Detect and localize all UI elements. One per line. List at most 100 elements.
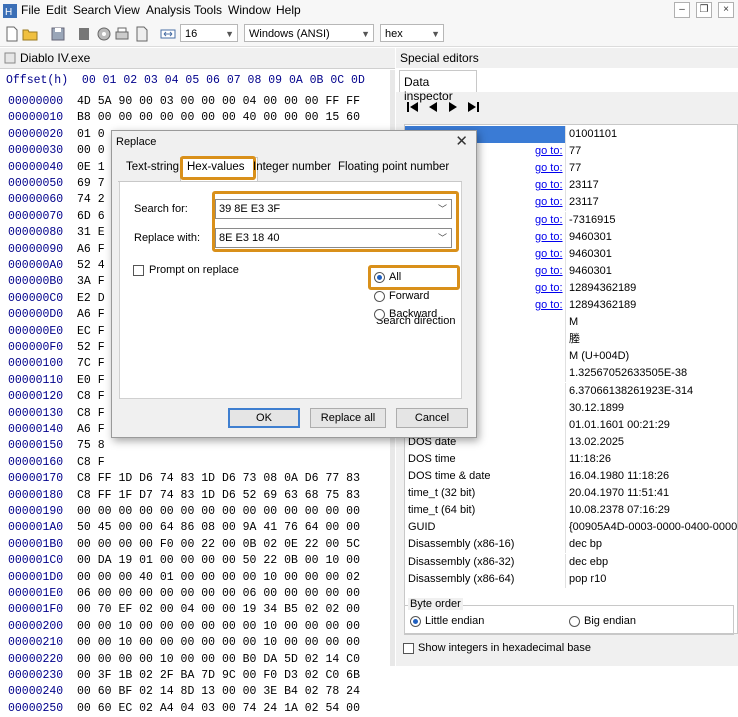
properties-icon[interactable] <box>76 26 92 42</box>
save-icon[interactable] <box>50 26 66 42</box>
hex-row-bytes[interactable]: 00 00 00 40 01 00 00 00 00 10 00 00 00 0… <box>77 571 360 584</box>
hex-row-bytes[interactable]: 69 7 <box>77 177 105 190</box>
hex-row-bytes[interactable]: 6D 6 <box>77 210 105 223</box>
hex-row[interactable]: 000001D0 00 00 00 40 01 00 00 00 00 10 0… <box>8 570 360 587</box>
little-endian-radio[interactable] <box>410 616 421 627</box>
hex-row[interactable]: 000000E0 EC F <box>8 324 105 341</box>
goto-link[interactable]: go to: <box>535 194 563 211</box>
goto-link[interactable]: go to: <box>535 280 563 297</box>
hex-row-bytes[interactable]: C8 FF 1D D6 74 83 1D D6 73 08 0A D6 77 8… <box>77 472 360 485</box>
hex-row[interactable]: 00000140 A6 F <box>8 422 105 439</box>
tab-integer-number[interactable]: Integer number <box>253 161 331 173</box>
inspector-row[interactable]: GUID {00905A4D-0003-0000-0400-0000I <box>405 519 738 537</box>
hex-row[interactable]: 000000B0 3A F <box>8 274 105 291</box>
file-tab[interactable]: Diablo IV.exe <box>0 48 395 69</box>
hex-row-bytes[interactable]: 00 00 00 00 10 00 00 00 B0 DA 5D 02 14 C… <box>77 653 360 666</box>
menu-search[interactable]: Search <box>73 3 111 17</box>
hex-row-bytes[interactable]: A6 F <box>77 243 105 256</box>
hex-row[interactable]: 00000210 00 00 10 00 00 00 00 00 00 10 0… <box>8 635 360 652</box>
inspector-value[interactable]: {00905A4D-0003-0000-0400-0000I <box>569 519 737 536</box>
hex-row-bytes[interactable]: 06 00 00 00 00 00 00 00 06 00 00 00 00 0… <box>77 587 360 600</box>
inspector-value[interactable]: -7316915 <box>569 212 737 229</box>
inspector-row[interactable]: DOS time 11:18:26 <box>405 450 738 468</box>
hex-row-bytes[interactable]: 00 3F 1B 02 2F BA 7D 9C 00 F0 D3 02 C0 6… <box>77 669 360 682</box>
inspector-value[interactable]: 01001101 <box>569 126 737 143</box>
inspector-row[interactable]: Disassembly (x86-64) pop r10 <box>405 570 738 588</box>
hex-row[interactable]: 000001F0 00 70 EF 02 00 04 00 00 19 34 B… <box>8 602 360 619</box>
hex-row[interactable]: 000001E0 06 00 00 00 00 00 00 00 06 00 0… <box>8 586 360 603</box>
direction-forward-radio[interactable] <box>374 291 385 302</box>
hex-row-bytes[interactable]: EC F <box>77 325 105 338</box>
hex-row[interactable]: 000000D0 A6 F <box>8 307 105 324</box>
menu-tools[interactable]: Tools <box>194 3 222 17</box>
hex-row-bytes[interactable]: 7C F <box>77 357 105 370</box>
hex-row-bytes[interactable]: 00 00 00 00 F0 00 22 00 0B 02 0E 22 00 5… <box>77 538 360 551</box>
goto-link[interactable]: go to: <box>535 246 563 263</box>
hex-row-bytes[interactable]: 74 2 <box>77 193 105 206</box>
hex-row[interactable]: 00000080 31 E <box>8 225 105 242</box>
charset-combo[interactable]: Windows (ANSI) ▼ <box>244 24 374 42</box>
hex-row[interactable]: 00000230 00 3F 1B 02 2F BA 7D 9C 00 F0 D… <box>8 668 360 685</box>
tab-data-inspector[interactable]: Data inspector <box>399 70 477 103</box>
hex-row[interactable]: 000001C0 00 DA 19 01 00 00 00 00 50 22 0… <box>8 553 360 570</box>
hex-row[interactable]: 00000110 E0 F <box>8 373 105 390</box>
inspector-value[interactable]: 6.37066138261923E-314 <box>569 383 737 400</box>
hex-row-bytes[interactable]: A6 F <box>77 423 105 436</box>
inspector-value[interactable]: M (U+004D) <box>569 348 737 365</box>
inspector-value[interactable]: 23117 <box>569 194 737 211</box>
hex-row-bytes[interactable]: 50 45 00 00 64 86 08 00 9A 41 76 64 00 0… <box>77 521 360 534</box>
inspector-value[interactable]: 10.08.2378 07:16:29 <box>569 502 737 519</box>
hex-row-bytes[interactable]: 31 E <box>77 226 105 239</box>
hex-row-bytes[interactable]: 4D 5A 90 00 03 00 00 00 04 00 00 00 FF F… <box>77 95 360 108</box>
inspector-row[interactable]: Disassembly (x86-16) dec bp <box>405 536 738 554</box>
inspector-value[interactable]: dec bp <box>569 536 737 553</box>
cancel-button[interactable]: Cancel <box>396 408 468 428</box>
open-folder-icon[interactable] <box>22 26 38 42</box>
hex-row[interactable]: 00000060 74 2 <box>8 192 105 209</box>
hex-row-bytes[interactable]: 00 00 10 00 00 00 00 00 00 10 00 00 00 0… <box>77 620 360 633</box>
hex-row[interactable]: 00000040 0E 1 <box>8 160 105 177</box>
hex-row-bytes[interactable]: B8 00 00 00 00 00 00 00 40 00 00 00 15 6… <box>77 111 360 124</box>
hex-row[interactable]: 00000150 75 8 <box>8 438 105 455</box>
hex-row[interactable]: 00000130 C8 F <box>8 406 105 423</box>
goto-link[interactable]: go to: <box>535 263 563 280</box>
close-icon[interactable]: × <box>718 2 734 18</box>
menu-view[interactable]: View <box>114 3 140 17</box>
hex-row-bytes[interactable]: 00 00 00 00 00 00 00 00 00 00 00 00 00 0… <box>77 505 360 518</box>
close-icon[interactable]: ✕ <box>455 132 468 150</box>
inspector-value[interactable]: 23117 <box>569 177 737 194</box>
prompt-checkbox[interactable] <box>133 265 144 276</box>
hex-row[interactable]: 00000090 A6 F <box>8 242 105 259</box>
direction-backward-radio[interactable] <box>374 309 385 320</box>
inspector-value[interactable]: 12894362189 <box>569 297 737 314</box>
hex-row-bytes[interactable]: A6 F <box>77 308 105 321</box>
hex-row-bytes[interactable]: C8 F <box>77 390 105 403</box>
hex-row[interactable]: 00000120 C8 F <box>8 389 105 406</box>
hex-row-bytes[interactable]: 00 60 EC 02 A4 04 03 00 74 24 1A 02 54 0… <box>77 702 360 715</box>
hex-row-bytes[interactable]: E0 F <box>77 374 105 387</box>
menu-edit[interactable]: Edit <box>46 3 67 17</box>
inspector-row[interactable]: time_t (32 bit) 20.04.1970 11:51:41 <box>405 485 738 503</box>
inspector-value[interactable]: 9460301 <box>569 246 737 263</box>
inspector-value[interactable]: 12894362189 <box>569 280 737 297</box>
goto-link[interactable]: go to: <box>535 160 563 177</box>
hex-row-bytes[interactable]: 75 8 <box>77 439 105 452</box>
inspector-value[interactable]: 11:18:26 <box>569 451 737 468</box>
goto-link[interactable]: go to: <box>535 229 563 246</box>
inspector-row[interactable]: DOS time & date 16.04.1980 11:18:26 <box>405 468 738 485</box>
hex-row-bytes[interactable]: E2 D <box>77 292 105 305</box>
hex-row[interactable]: 000000A0 52 4 <box>8 258 105 275</box>
hex-row-bytes[interactable]: 00 DA 19 01 00 00 00 00 50 22 0B 00 10 0… <box>77 554 360 567</box>
inspector-value[interactable]: 9460301 <box>569 229 737 246</box>
hex-row-bytes[interactable]: 52 4 <box>77 259 105 272</box>
hex-row-bytes[interactable]: 00 70 EF 02 00 04 00 00 19 34 B5 02 02 0… <box>77 603 360 616</box>
hex-row-bytes[interactable]: 0E 1 <box>77 161 105 174</box>
print-icon[interactable] <box>114 26 130 42</box>
hex-row[interactable]: 00000250 00 60 EC 02 A4 04 03 00 74 24 1… <box>8 701 360 717</box>
big-endian-radio[interactable] <box>569 616 580 627</box>
goto-link[interactable]: go to: <box>535 297 563 314</box>
inspector-row[interactable]: Disassembly (x86-32) dec ebp <box>405 553 738 571</box>
hex-row-bytes[interactable]: 01 0 <box>77 128 105 141</box>
inspector-value[interactable]: 01.01.1601 00:21:29 <box>569 417 737 434</box>
hex-row-bytes[interactable]: 00 00 10 00 00 00 00 00 00 10 00 00 00 0… <box>77 636 360 649</box>
